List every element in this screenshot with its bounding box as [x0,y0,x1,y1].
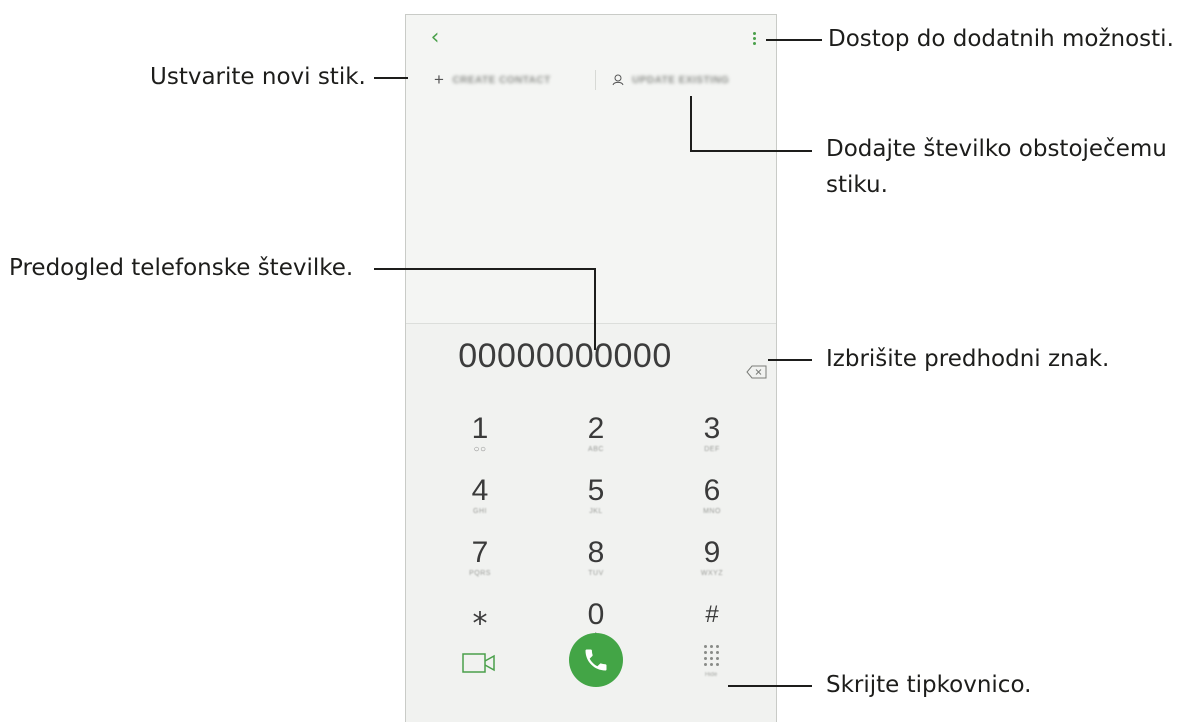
hide-keypad-button[interactable]: Hide [700,643,722,687]
backspace-icon[interactable] [746,365,768,379]
callout-create-contact: Ustvarite novi stik. [150,64,366,90]
callout-line-delete [768,359,812,361]
callout-line-update-v [690,96,692,151]
key-8[interactable]: 8 TUV [556,537,636,579]
key-star[interactable]: ⁎ [440,599,520,631]
key-9[interactable]: 9 WXYZ [672,537,752,579]
callout-line-more [766,39,822,41]
toolbar-divider [595,70,596,90]
chevron-left-icon: ‹ [430,25,440,50]
callout-number-preview: Predogled telefonske številke. [9,255,354,281]
key-6[interactable]: 6 MNO [672,475,752,517]
callout-line-preview-v [594,268,596,350]
key-hash[interactable]: # [672,599,752,631]
callout-delete-char: Izbrišite predhodni znak. [826,346,1110,372]
person-icon [612,74,624,86]
video-call-icon[interactable] [462,651,496,675]
key-2[interactable]: 2 ABC [556,413,636,455]
callout-add-existing-2: stiku. [826,172,888,198]
update-existing-label: UPDATE EXISTING [632,74,730,86]
create-contact-label: CREATE CONTACT [452,74,551,86]
update-existing-button[interactable]: UPDATE EXISTING [612,69,729,91]
phone-icon [585,649,607,671]
dialer-screen: ‹ + CREATE CONTACT UPDATE EXISTING 00000… [405,14,777,722]
callout-hide-keypad: Skrijte tipkovnico. [826,672,1032,698]
call-button[interactable] [569,633,623,687]
key-5[interactable]: 5 JKL [556,475,636,517]
callout-line-keypad [728,685,812,687]
key-3[interactable]: 3 DEF [672,413,752,455]
callout-line-update-h [690,150,812,152]
phone-number-display: 00000000000 [458,337,672,375]
hide-keypad-caption: Hide [704,672,718,678]
create-contact-button[interactable]: + CREATE CONTACT [434,69,551,91]
key-7[interactable]: 7 PQRS [440,537,520,579]
more-vertical-icon [752,32,756,35]
callout-line-preview-h [374,268,595,270]
callout-line-create [374,77,408,79]
key-4[interactable]: 4 GHI [440,475,520,517]
more-options-button[interactable] [749,32,759,48]
keypad-icon [700,645,722,666]
voicemail-icon: ○○ [473,444,487,455]
plus-icon: + [434,70,445,89]
back-button[interactable]: ‹ [424,25,446,51]
callout-more-options: Dostop do dodatnih možnosti. [828,26,1174,52]
callout-add-existing-1: Dodajte številko obstoječemu [826,136,1167,162]
key-1[interactable]: 1 ○○ [440,413,520,455]
